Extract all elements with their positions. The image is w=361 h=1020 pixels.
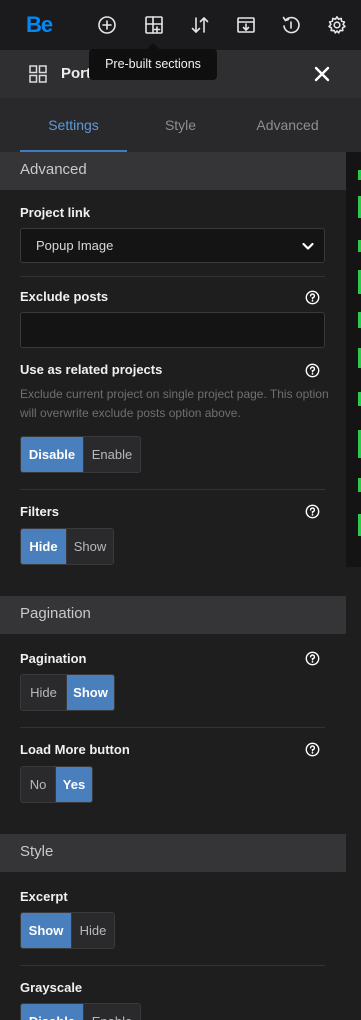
tab-settings[interactable]: Settings [20, 98, 127, 152]
chevron-down-icon [301, 239, 315, 253]
help-icon[interactable] [305, 504, 320, 519]
close-icon[interactable] [312, 64, 332, 84]
panel-title: Port [61, 65, 91, 82]
option-show[interactable]: Show [66, 529, 113, 564]
related-projects-label: Use as related projects [20, 362, 163, 377]
option-no[interactable]: No [21, 767, 55, 802]
divider [20, 276, 325, 277]
tooltip: Pre-built sections [89, 43, 217, 80]
import-icon[interactable] [234, 13, 258, 37]
project-link-label: Project link [20, 205, 91, 220]
load-more-toggle: No Yes [20, 766, 93, 803]
tab-bar: Settings Style Advanced [0, 98, 361, 152]
help-icon[interactable] [305, 290, 320, 305]
load-more-label: Load More button [20, 742, 130, 757]
gear-icon[interactable] [325, 13, 349, 37]
help-icon[interactable] [305, 363, 320, 378]
builder-logo[interactable]: Be [26, 11, 53, 39]
pagination-label: Pagination [20, 651, 87, 666]
tab-style[interactable]: Style [127, 98, 234, 152]
option-enable[interactable]: Enable [83, 437, 140, 472]
divider [20, 489, 325, 490]
tab-advanced[interactable]: Advanced [234, 98, 341, 152]
prebuilt-sections-icon[interactable] [142, 13, 166, 37]
add-icon[interactable] [95, 13, 119, 37]
option-yes[interactable]: Yes [55, 767, 92, 802]
section-header-style[interactable]: Style [0, 834, 346, 872]
divider [20, 965, 325, 966]
help-icon[interactable] [305, 651, 320, 666]
option-hide[interactable]: Hide [71, 913, 114, 948]
project-link-select[interactable]: Popup Image [20, 228, 325, 263]
option-show[interactable]: Show [66, 675, 114, 710]
grayscale-label: Grayscale [20, 980, 83, 995]
section-header-pagination[interactable]: Pagination [0, 596, 346, 634]
related-projects-description: Exclude current project on single projec… [20, 387, 329, 420]
sort-icon[interactable] [188, 13, 212, 37]
section-title: Advanced [20, 161, 87, 178]
option-disable[interactable]: Disable [21, 437, 83, 472]
top-toolbar: Be [0, 0, 361, 50]
option-disable[interactable]: Disable [21, 1004, 83, 1020]
exclude-posts-input[interactable] [20, 312, 325, 348]
excerpt-label: Excerpt [20, 889, 68, 904]
section-title: Style [20, 843, 54, 860]
section-title: Pagination [20, 605, 91, 622]
history-icon[interactable] [279, 13, 303, 37]
pagination-toggle: Hide Show [20, 674, 115, 711]
excerpt-toggle: Show Hide [20, 912, 115, 949]
divider [20, 727, 325, 728]
filters-label: Filters [20, 504, 60, 519]
option-enable[interactable]: Enable [83, 1004, 140, 1020]
grayscale-toggle: Disable Enable [20, 1003, 141, 1020]
option-hide[interactable]: Hide [21, 675, 66, 710]
grid-icon [28, 64, 48, 84]
option-show[interactable]: Show [21, 913, 71, 948]
filters-toggle: Hide Show [20, 528, 114, 565]
select-value: Popup Image [36, 238, 114, 253]
option-hide[interactable]: Hide [21, 529, 66, 564]
related-projects-toggle: Disable Enable [20, 436, 141, 473]
section-header-advanced[interactable]: Advanced [0, 152, 346, 190]
exclude-posts-label: Exclude posts [20, 289, 109, 304]
help-icon[interactable] [305, 742, 320, 757]
